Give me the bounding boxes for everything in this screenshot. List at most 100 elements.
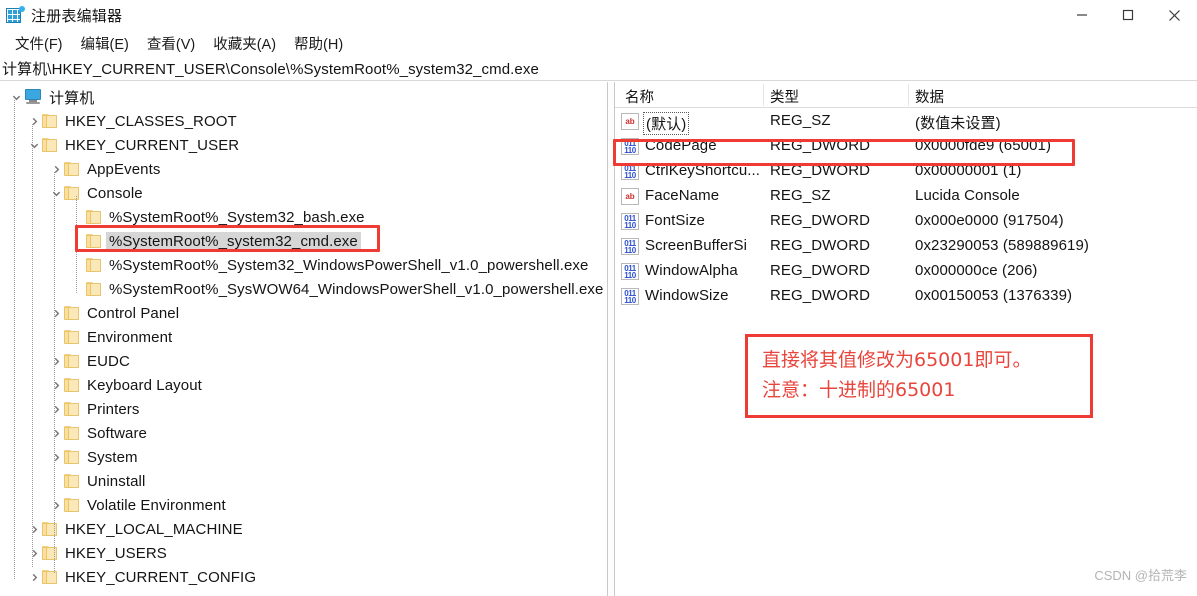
tree-selection-highlight-box (75, 225, 380, 252)
tree-item-label: AppEvents (87, 160, 161, 178)
chevron-down-icon[interactable] (48, 181, 64, 205)
tree-item[interactable]: HKEY_CURRENT_USER (0, 133, 607, 157)
folder-icon (64, 426, 81, 440)
tree-item-label: Keyboard Layout (87, 376, 202, 394)
chevron-right-icon[interactable] (26, 109, 42, 133)
value-name: FaceName (645, 187, 720, 204)
value-name: WindowAlpha (645, 262, 738, 279)
tree-item[interactable]: Control Panel (0, 301, 607, 325)
tree-item[interactable]: 计算机 (0, 85, 607, 109)
registry-value-row[interactable]: 011 110 ScreenBufferSi REG_DWORD 0x23290053 … (615, 234, 1197, 259)
menu-favorites[interactable]: 收藏夹(A) (204, 32, 285, 55)
tree-item[interactable]: AppEvents (0, 157, 607, 181)
chevron-right-icon[interactable] (48, 421, 64, 445)
window-controls (1059, 0, 1197, 30)
chevron-right-icon[interactable] (48, 373, 64, 397)
tree-item[interactable]: Environment (0, 325, 607, 349)
value-data: 0x000e0000 (917504) (915, 212, 1064, 229)
tree-item-label: Console (87, 184, 143, 202)
chevron-right-icon[interactable] (48, 349, 64, 373)
value-type: REG_DWORD (770, 287, 871, 304)
tree-item[interactable]: HKEY_CLASSES_ROOT (0, 109, 607, 133)
value-type: REG_DWORD (770, 212, 871, 229)
folder-icon (86, 210, 103, 224)
registry-value-row[interactable]: ab FaceName REG_SZ Lucida Console (615, 184, 1197, 209)
column-header-type[interactable]: 类型 (770, 86, 799, 107)
chevron-right-icon[interactable] (48, 445, 64, 469)
value-data: Lucida Console (915, 187, 1020, 204)
tree-item[interactable]: HKEY_USERS (0, 541, 607, 565)
menu-help[interactable]: 帮助(H) (285, 32, 352, 55)
dword-value-icon: 011 110 (621, 238, 639, 255)
registry-tree-pane[interactable]: 计算机 HKEY_CLASSES_ROOT HKEY_CURRENT_USER App… (0, 82, 607, 596)
tree-item-label: HKEY_CLASSES_ROOT (65, 112, 237, 130)
menu-view[interactable]: 查看(V) (138, 32, 204, 55)
tree-item[interactable]: %SystemRoot%_SysWOW64_WindowsPowerShell_… (0, 277, 607, 301)
tree-item[interactable]: System (0, 445, 607, 469)
chevron-down-icon[interactable] (8, 85, 24, 109)
maximize-icon (1122, 9, 1134, 21)
tree-item-label: HKEY_LOCAL_MACHINE (65, 520, 243, 538)
minimize-button[interactable] (1059, 0, 1105, 30)
chevron-right-icon[interactable] (48, 397, 64, 421)
value-name: ScreenBufferSi (645, 237, 748, 254)
tree-item[interactable]: Volatile Environment (0, 493, 607, 517)
tree-item[interactable]: EUDC (0, 349, 607, 373)
registry-value-row[interactable]: 011 110 WindowSize REG_DWORD 0x00150053 (137… (615, 284, 1197, 309)
codepage-row-highlight-box (613, 139, 1075, 166)
tree-item-label: Control Panel (87, 304, 180, 322)
value-data: 0x23290053 (589889619) (915, 237, 1090, 254)
registry-tree: 计算机 HKEY_CLASSES_ROOT HKEY_CURRENT_USER App… (0, 82, 607, 589)
column-header-name[interactable]: 名称 (625, 86, 654, 107)
chevron-right-icon[interactable] (26, 541, 42, 565)
folder-icon (42, 570, 59, 584)
tree-item[interactable]: HKEY_CURRENT_CONFIG (0, 565, 607, 589)
maximize-button[interactable] (1105, 0, 1151, 30)
chevron-right-icon[interactable] (48, 301, 64, 325)
folder-icon (42, 546, 59, 560)
annotation-line-1: 直接将其值修改为65001即可。 (762, 349, 1032, 371)
folder-icon (64, 402, 81, 416)
minimize-icon (1077, 14, 1087, 16)
chevron-down-icon[interactable] (26, 133, 42, 157)
menu-edit[interactable]: 编辑(E) (72, 32, 138, 55)
tree-item[interactable]: Uninstall (0, 469, 607, 493)
tree-item-label: %SystemRoot%_System32_WindowsPowerShell_… (109, 256, 589, 274)
chevron-right-icon[interactable] (48, 493, 64, 517)
folder-icon (42, 138, 59, 152)
registry-value-row[interactable]: 011 110 WindowAlpha REG_DWORD 0x000000ce (20… (615, 259, 1197, 284)
address-path: 计算机\HKEY_CURRENT_USER\Console\%SystemRoo… (2, 60, 539, 78)
value-type: REG_SZ (770, 112, 831, 129)
tree-guide-line (54, 172, 55, 574)
list-column-headers: 名称 类型 数据 (615, 82, 1197, 108)
registry-value-row[interactable]: ab (默认) REG_SZ (数值未设置) (615, 109, 1197, 135)
address-bar[interactable]: 计算机\HKEY_CURRENT_USER\Console\%SystemRoo… (0, 56, 1197, 81)
tree-item[interactable]: HKEY_LOCAL_MACHINE (0, 517, 607, 541)
tree-item[interactable]: Software (0, 421, 607, 445)
tree-guide-line (14, 100, 15, 580)
folder-icon (86, 258, 103, 272)
tree-item[interactable]: Console (0, 181, 607, 205)
folder-icon (64, 306, 81, 320)
tree-item-label: HKEY_CURRENT_USER (65, 136, 240, 154)
tree-item[interactable]: %SystemRoot%_System32_WindowsPowerShell_… (0, 253, 607, 277)
tree-item-label: 计算机 (49, 89, 95, 107)
chevron-right-icon[interactable] (48, 157, 64, 181)
tree-item-label: HKEY_CURRENT_CONFIG (65, 568, 257, 586)
dword-value-icon: 011 110 (621, 263, 639, 280)
menu-file[interactable]: 文件(F) (6, 32, 72, 55)
folder-icon (64, 354, 81, 368)
registry-value-row[interactable]: 011 110 FontSize REG_DWORD 0x000e0000 (91750… (615, 209, 1197, 234)
dword-value-icon: 011 110 (621, 288, 639, 305)
column-header-data[interactable]: 数据 (915, 86, 944, 107)
chevron-right-icon[interactable] (26, 517, 42, 541)
tree-item[interactable]: Printers (0, 397, 607, 421)
folder-icon (64, 378, 81, 392)
value-type: REG_DWORD (770, 237, 871, 254)
chevron-right-icon[interactable] (26, 565, 42, 589)
tree-item-label: Volatile Environment (87, 496, 226, 514)
tree-item[interactable]: Keyboard Layout (0, 373, 607, 397)
close-button[interactable] (1151, 0, 1197, 30)
value-data: 0x000000ce (206) (915, 262, 1038, 279)
annotation-line-2: 注意：十进制的65001 (762, 379, 956, 401)
